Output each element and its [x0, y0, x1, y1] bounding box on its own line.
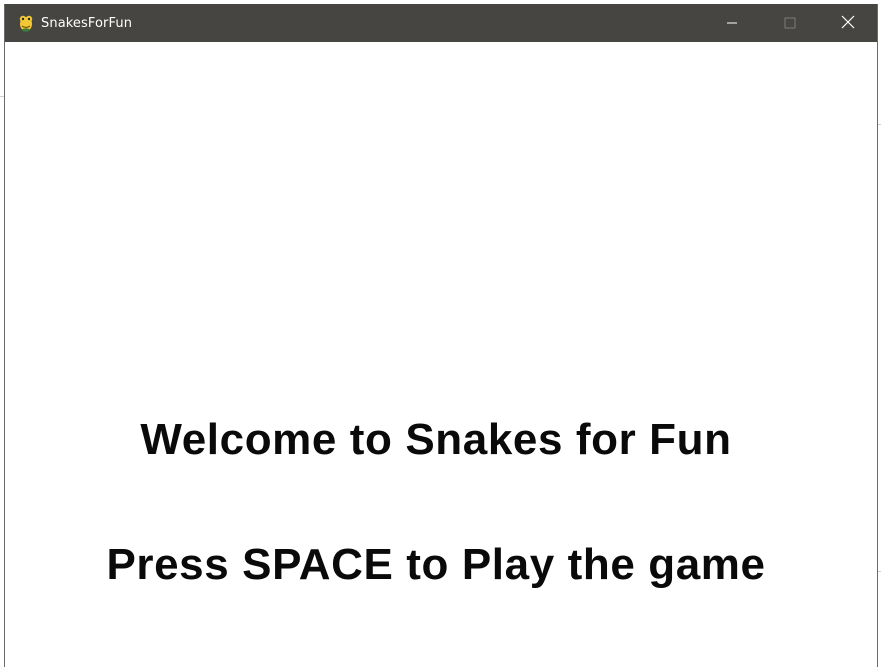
minimize-button[interactable] [703, 4, 761, 42]
maximize-button[interactable] [761, 4, 819, 42]
title-bar[interactable]: SnakesForFun [5, 4, 877, 42]
caption-buttons [703, 4, 877, 42]
close-button[interactable] [819, 4, 877, 42]
maximize-icon [784, 14, 796, 33]
game-canvas[interactable]: Welcome to Snakes for Fun Press SPACE to… [5, 42, 877, 667]
welcome-text: Welcome to Snakes for Fun [140, 415, 732, 464]
game-window: SnakesForFun Welcome to Snakes for Fun P… [4, 4, 878, 667]
pygame-snake-icon [16, 13, 36, 33]
minimize-icon [726, 14, 738, 33]
desktop: SnakesForFun Welcome to Snakes for Fun P… [0, 0, 881, 667]
close-icon [841, 14, 855, 33]
press-space-prompt: Press SPACE to Play the game [106, 540, 766, 589]
window-title: SnakesForFun [41, 15, 133, 31]
